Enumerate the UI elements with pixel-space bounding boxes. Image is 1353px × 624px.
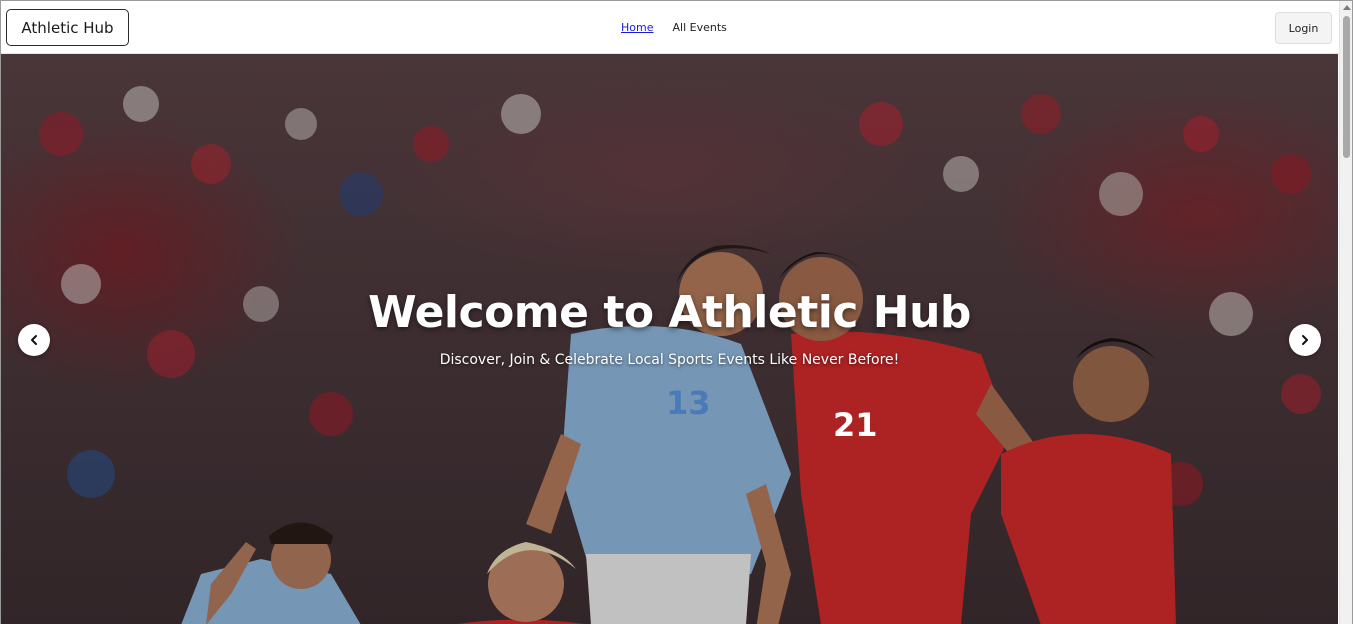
hero-carousel: 13 21 Welcome to Athletic Hub Discover, … — [1, 54, 1338, 624]
nav-links: Home All Events — [621, 21, 727, 34]
login-button[interactable]: Login — [1275, 12, 1332, 44]
chevron-left-icon — [31, 335, 37, 345]
navbar: Athletic Hub Home All Events Login — [1, 1, 1339, 54]
carousel-next-button[interactable] — [1289, 324, 1321, 356]
carousel-prev-button[interactable] — [18, 324, 50, 356]
nav-link-home[interactable]: Home — [621, 21, 653, 34]
browser-page: Athletic Hub Home All Events Login 13 21… — [0, 0, 1353, 624]
nav-link-all-events[interactable]: All Events — [672, 21, 726, 34]
page-scrollbar[interactable] — [1339, 1, 1352, 624]
player-21-jersey-number: 21 — [833, 406, 878, 444]
brand-logo-button[interactable]: Athletic Hub — [6, 9, 129, 46]
hero-title: Welcome to Athletic Hub — [368, 287, 971, 338]
player-13-jersey-number: 13 — [666, 384, 711, 422]
hero-overlay — [1, 54, 1338, 624]
hero-subtitle: Discover, Join & Celebrate Local Sports … — [439, 352, 900, 368]
chevron-right-icon — [1302, 335, 1308, 345]
scrollbar-thumb[interactable] — [1343, 16, 1350, 158]
scroll-up-arrow-icon[interactable] — [1343, 5, 1351, 10]
